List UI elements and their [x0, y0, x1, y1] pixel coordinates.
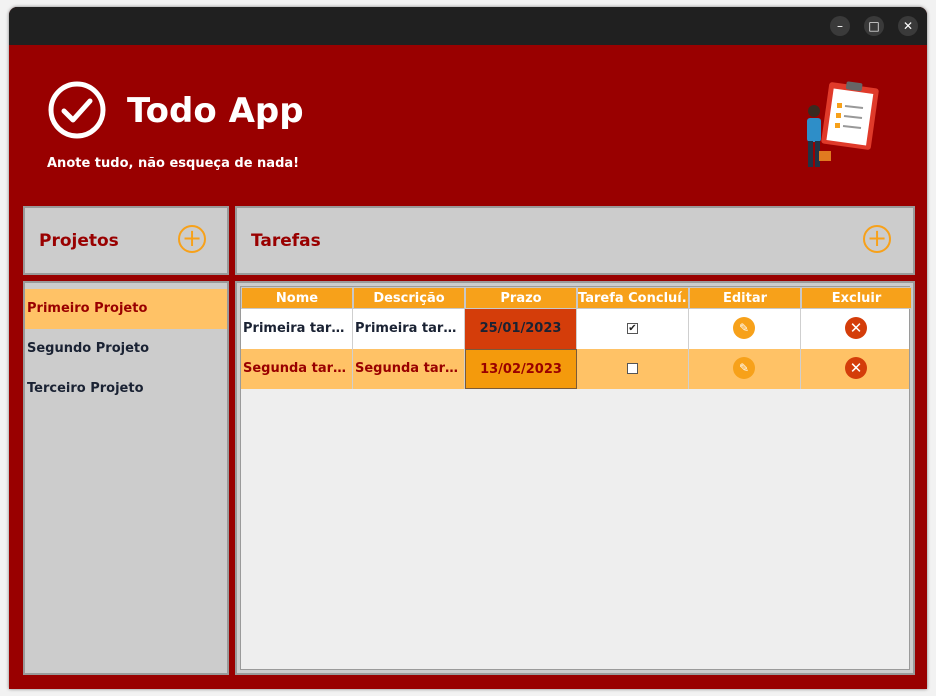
task-description-cell: Primeira taref... [353, 309, 465, 349]
task-completed-cell [577, 349, 689, 389]
delete-x-icon[interactable]: ✕ [845, 357, 867, 379]
task-deadline-cell: 25/01/2023 [465, 309, 577, 349]
project-list: Primeiro Projeto Segundo Projeto Terceir… [23, 281, 229, 675]
task-table-container: Nome Descrição Prazo Tarefa Concluí... E… [235, 281, 915, 675]
column-header-prazo[interactable]: Prazo [465, 287, 577, 309]
column-header-concluida[interactable]: Tarefa Concluí... [577, 287, 689, 309]
task-name-cell: Primeira tarefa [241, 309, 353, 349]
tasks-header: Tarefas + [235, 206, 915, 275]
table-row[interactable]: Segunda tarefa Segunda taref... 13/02/20… [241, 349, 909, 389]
task-completed-cell: ✔ [577, 309, 689, 349]
column-header-excluir[interactable]: Excluir [801, 287, 912, 309]
maximize-button[interactable]: □ [864, 16, 884, 36]
edit-pencil-icon[interactable]: ✎ [733, 317, 755, 339]
tasks-title: Tarefas [251, 231, 321, 251]
project-item-terceiro[interactable]: Terceiro Projeto [25, 369, 227, 409]
task-completed-checkbox[interactable] [627, 363, 638, 374]
title-bar: – □ ✕ [9, 7, 927, 45]
app-window: – □ ✕ Todo App Anote tudo, não esqueça d… [9, 7, 927, 689]
delete-x-icon[interactable]: ✕ [845, 317, 867, 339]
check-circle-icon [48, 81, 106, 139]
project-item-primeiro[interactable]: Primeiro Projeto [25, 289, 227, 329]
task-edit-cell: ✎ [689, 349, 801, 389]
minimize-button[interactable]: – [830, 16, 850, 36]
column-header-nome[interactable]: Nome [241, 287, 353, 309]
projects-title: Projetos [39, 231, 119, 251]
task-delete-cell: ✕ [801, 349, 909, 389]
table-header: Nome Descrição Prazo Tarefa Concluí... E… [241, 287, 912, 309]
task-description-cell: Segunda taref... [353, 349, 465, 389]
edit-pencil-icon[interactable]: ✎ [733, 357, 755, 379]
close-window-button[interactable]: ✕ [898, 16, 918, 36]
task-table: Nome Descrição Prazo Tarefa Concluí... E… [240, 286, 912, 670]
task-delete-cell: ✕ [801, 309, 909, 349]
person-clipboard-checklist-icon [807, 81, 879, 167]
add-project-button[interactable]: + [178, 225, 206, 253]
column-header-descricao[interactable]: Descrição [353, 287, 465, 309]
project-item-segundo[interactable]: Segundo Projeto [25, 329, 227, 369]
task-name-cell: Segunda tarefa [241, 349, 353, 389]
app-title: Todo App [127, 91, 304, 131]
table-row[interactable]: Primeira tarefa Primeira taref... 25/01/… [241, 309, 909, 349]
app-subtitle: Anote tudo, não esqueça de nada! [47, 156, 300, 171]
column-header-editar[interactable]: Editar [689, 287, 801, 309]
task-completed-checkbox[interactable]: ✔ [627, 323, 638, 334]
add-task-button[interactable]: + [863, 225, 891, 253]
task-deadline-cell: 13/02/2023 [465, 349, 577, 389]
task-edit-cell: ✎ [689, 309, 801, 349]
projects-header: Projetos + [23, 206, 229, 275]
